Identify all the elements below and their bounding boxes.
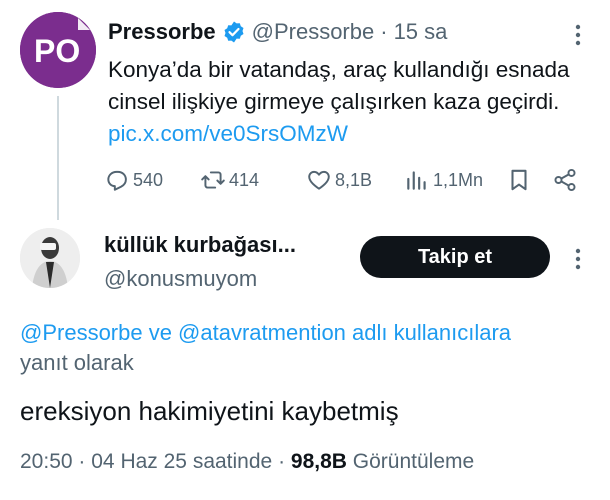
like-action[interactable]: 8,1B [306, 162, 372, 198]
reply-count: 540 [133, 169, 164, 190]
reply-more-options-icon[interactable] [568, 244, 588, 274]
repost-action[interactable]: 414 [200, 162, 259, 198]
more-options-icon[interactable] [568, 20, 588, 50]
tweet-thread: PO Pressorbe @Pressorbe · 15 sa Konya’da… [0, 0, 610, 500]
tweet-text: Konya’da bir vatandaş, araç kullandığı e… [108, 54, 588, 150]
replying-to-users[interactable]: @Pressorbe ve @atavratmention [20, 320, 346, 345]
views-count: 1,1Mn [433, 169, 484, 190]
reply-text: ereksiyon hakimiyetini kaybetmiş [20, 396, 399, 426]
follow-button[interactable]: Takip et [360, 236, 550, 278]
pressorbe-logo-icon: PO [20, 12, 96, 88]
reply-author-handle[interactable]: @konusmuyom [104, 266, 257, 292]
reply-time[interactable]: 20:50 [20, 450, 73, 473]
share-icon [554, 168, 576, 192]
author-handle[interactable]: @Pressorbe [252, 19, 375, 45]
replying-to-tail: yanıt olarak [20, 350, 134, 375]
separator-dot: · [380, 19, 388, 44]
reply-date[interactable]: 04 Haz 25 saatinde [91, 450, 272, 473]
share-action[interactable] [552, 162, 581, 198]
views-action[interactable]: 1,1Mn [404, 162, 483, 198]
tweet-time[interactable]: 15 sa [394, 19, 448, 45]
replying-to: @Pressorbe ve @atavratmention adlı kulla… [20, 318, 600, 378]
tweet-body: Konya’da bir vatandaş, araç kullandığı e… [108, 57, 570, 114]
like-count: 8,1B [335, 169, 373, 190]
avatar-letters: PO [34, 33, 80, 69]
reply-action[interactable]: 540 [104, 162, 163, 198]
pressorbe-avatar[interactable]: PO [20, 12, 96, 88]
reply-author-name[interactable]: küllük kurbağası... [104, 232, 296, 258]
replying-to-suffix[interactable]: adlı kullanıcılara [352, 320, 511, 345]
repost-count: 414 [229, 169, 260, 190]
reply-views-count: 98,8B [290, 450, 347, 473]
verified-badge-icon [224, 21, 244, 43]
bookmark-icon [511, 169, 527, 191]
reply-meta: 20:50 · 04 Haz 25 saatinde · 98,8B Görün… [20, 450, 474, 474]
tweet-actions: 540 414 8,1B 1,1Mn [104, 162, 590, 198]
reply-views-label: Görüntüleme [352, 450, 475, 473]
reply-author-avatar[interactable] [20, 228, 80, 288]
reply-icon [107, 170, 127, 191]
meta-separator-2: · [278, 450, 286, 473]
views-chart-icon [407, 171, 426, 190]
thread-connector-line [57, 96, 59, 220]
meta-separator: · [78, 450, 86, 473]
parent-tweet-header: Pressorbe @Pressorbe · 15 sa [108, 16, 447, 48]
author-name[interactable]: Pressorbe [108, 19, 216, 45]
repost-icon [201, 171, 225, 189]
heart-icon [308, 170, 330, 190]
bookmark-action[interactable] [506, 162, 535, 198]
media-link[interactable]: pic.x.com/ve0SrsOMzW [108, 121, 348, 146]
person-photo-icon [20, 228, 80, 288]
